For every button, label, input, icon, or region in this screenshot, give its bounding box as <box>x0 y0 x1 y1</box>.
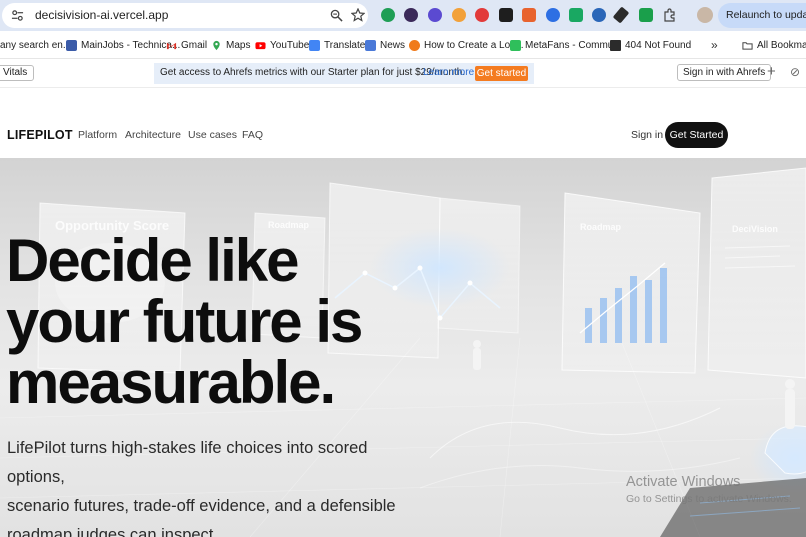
subhead-line: roadmap judges can inspect. <box>7 526 218 537</box>
maps-icon <box>213 40 220 50</box>
bookmark-label: Maps <box>226 39 251 51</box>
profile-avatar[interactable] <box>697 7 713 23</box>
nav-link-platform[interactable]: Platform <box>78 129 117 141</box>
grammarly-extension-icon[interactable] <box>381 8 395 22</box>
promo-text: Get access to Ahrefs metrics with our St… <box>160 67 466 78</box>
subhead-line: LifePilot turns high-stakes life choices… <box>7 439 368 486</box>
bookmark-item[interactable]: MetaFans - Commu... <box>510 37 622 53</box>
extension-green-icon[interactable] <box>569 8 583 22</box>
metafans-icon <box>510 39 521 51</box>
vitals-button[interactable]: Vitals <box>0 65 35 81</box>
notfound-icon <box>610 39 621 51</box>
ahrefs-toolbar: Vitals Get access to Ahrefs metrics with… <box>0 59 806 88</box>
mainjobs-icon <box>66 39 77 51</box>
headline-line: measurable. <box>6 349 336 416</box>
hero-headline: Decide like your future is measurable. <box>6 230 426 413</box>
site-header: LIFEPILOT Platform Architecture Use case… <box>0 88 806 158</box>
site-logo[interactable]: LIFEPILOT <box>7 128 73 142</box>
sign-in-link[interactable]: Sign in <box>631 129 663 141</box>
bookmark-item[interactable]: MainJobs - Technica... <box>66 37 180 53</box>
ahrefs-promo-banner: Get access to Ahrefs metrics with our St… <box>154 63 534 84</box>
nav-link-faq[interactable]: FAQ <box>242 129 263 141</box>
site-info-icon[interactable] <box>11 9 24 22</box>
translate-icon <box>309 39 320 51</box>
pinterest-extension-icon[interactable] <box>475 8 489 22</box>
bookmark-label: Translate <box>324 39 366 51</box>
folder-icon <box>742 41 753 50</box>
headline-line: Decide like <box>6 227 300 294</box>
relaunch-button[interactable]: Relaunch to update <box>718 3 806 28</box>
extension-shield-icon[interactable] <box>592 8 606 22</box>
extensions-puzzle-icon[interactable] <box>663 8 677 22</box>
relaunch-label: Relaunch to update <box>726 9 806 21</box>
panel-label-decivision: DeciVision <box>732 224 778 234</box>
disable-icon[interactable]: ⊘ <box>790 65 800 79</box>
headline-line: your future is <box>6 288 363 355</box>
nav-link-use-cases[interactable]: Use cases <box>188 129 237 141</box>
all-bookmarks-label: All Bookmarks <box>757 39 806 51</box>
extension-terminal-icon[interactable] <box>499 8 513 22</box>
bookmarks-overflow-chevron[interactable]: » <box>711 38 718 52</box>
plus-icon[interactable]: + <box>767 63 776 80</box>
get-started-promo-button[interactable]: Get started <box>475 66 528 81</box>
gmail-icon <box>166 42 177 49</box>
bookmark-item[interactable]: any search en... <box>0 37 71 53</box>
zoom-icon[interactable] <box>330 9 343 22</box>
extension-x-icon[interactable] <box>404 8 418 22</box>
bookmark-label: Gmail <box>181 39 208 51</box>
bookmark-item[interactable]: Translate <box>309 37 365 53</box>
all-bookmarks-button[interactable]: All Bookmarks <box>742 37 806 53</box>
bookmark-item[interactable]: News <box>365 37 405 53</box>
bookmarks-bar: any search en... MainJobs - Technica... … <box>0 31 806 59</box>
watermark-title: Activate Windows <box>626 474 741 490</box>
bookmark-label: How to Create a Loc... <box>424 39 524 51</box>
bookmark-item[interactable]: Maps <box>211 37 250 53</box>
extension-note-icon[interactable] <box>639 8 653 22</box>
extension-blue-icon[interactable] <box>546 8 560 22</box>
bookmark-label: 404 Not Found <box>625 39 692 51</box>
extension-pen-icon[interactable] <box>612 6 630 24</box>
bookmark-star-icon[interactable] <box>351 8 365 22</box>
hero-section: Opportunity Score Roadmap Roadmap DeciVi… <box>0 158 806 537</box>
youtube-icon <box>255 41 266 49</box>
bookmark-item[interactable]: How to Create a Loc... <box>409 37 524 53</box>
activate-windows-watermark: Activate Windows Go to Settings to activ… <box>626 474 792 505</box>
subhead-line: scenario futures, trade-off evidence, an… <box>7 497 396 515</box>
bookmark-label: any search en... <box>0 39 72 51</box>
extension-face-icon[interactable] <box>428 8 442 22</box>
hero-subheading: LifePilot turns high-stakes life choices… <box>7 434 427 537</box>
bookmark-item[interactable]: 404 Not Found <box>610 37 691 53</box>
ahrefs-sign-in-button[interactable]: Sign in with Ahrefs <box>677 64 772 81</box>
get-started-button[interactable]: Get Started <box>665 122 728 148</box>
news-icon <box>365 39 376 51</box>
learn-more-link[interactable]: Learn more <box>423 67 474 78</box>
address-url[interactable]: decisivision-ai.vercel.app <box>35 8 168 22</box>
panel-label-roadmap-right: Roadmap <box>580 222 622 232</box>
bookmark-label: MetaFans - Commu... <box>525 39 622 51</box>
address-bar[interactable]: decisivision-ai.vercel.app <box>2 3 368 28</box>
howto-icon <box>409 39 420 51</box>
bookmark-item[interactable]: YouTube <box>255 37 309 53</box>
bookmark-label: YouTube <box>270 39 310 51</box>
extension-fox-icon[interactable] <box>452 8 466 22</box>
bookmark-item[interactable]: Gmail <box>166 37 207 53</box>
metamask-extension-icon[interactable] <box>522 8 536 22</box>
watermark-subtitle: Go to Settings to activate Windows. <box>626 493 792 505</box>
browser-toolbar: decisivision-ai.vercel.app Relaunch to u… <box>0 0 806 31</box>
bookmark-label: News <box>380 39 406 51</box>
nav-link-architecture[interactable]: Architecture <box>125 129 181 141</box>
